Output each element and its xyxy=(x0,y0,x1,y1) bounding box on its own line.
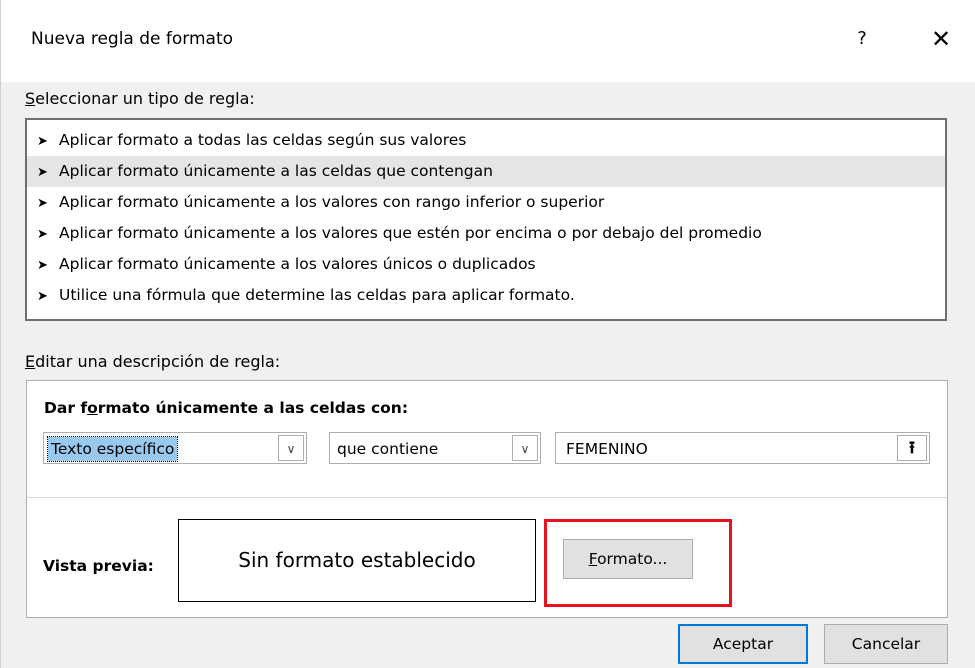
ok-button[interactable]: Aceptar xyxy=(678,624,808,664)
arrow-right-icon: ➤ xyxy=(37,227,48,242)
help-button[interactable]: ? xyxy=(847,22,877,56)
new-format-rule-dialog: Nueva regla de formato ? ✕ Seleccionar u… xyxy=(0,0,975,668)
cancel-button[interactable]: Cancelar xyxy=(824,624,948,664)
chevron-down-icon[interactable]: ∨ xyxy=(278,435,304,461)
condition-value-text: FEMENINO xyxy=(566,440,648,458)
rule-type-item[interactable]: ➤ Aplicar formato únicamente a los valore… xyxy=(27,249,945,280)
rule-description-label: Editar una descripción de regla: xyxy=(25,352,281,371)
arrow-right-icon: ➤ xyxy=(37,134,48,149)
rule-type-item[interactable]: ➤ Aplicar formato a todas las celdas segú… xyxy=(27,125,945,156)
condition-type-dropdown[interactable]: Texto específico ∨ xyxy=(43,432,307,464)
condition-type-value: Texto específico xyxy=(46,436,179,462)
rule-description-panel: Dar formato únicamente a las celdas con:… xyxy=(26,380,948,618)
rule-type-item[interactable]: ➤ Aplicar formato únicamente a los valore… xyxy=(27,187,945,218)
title-bar: Nueva regla de formato ? ✕ xyxy=(1,0,975,82)
rule-type-item[interactable]: ➤ Aplicar formato únicamente a los valore… xyxy=(27,218,945,249)
arrow-right-icon: ➤ xyxy=(37,165,48,180)
rule-type-item[interactable]: ➤ Utilice una fórmula que determine las c… xyxy=(27,280,945,311)
operator-value: que contiene xyxy=(337,440,439,458)
operator-dropdown[interactable]: que contiene ∨ xyxy=(329,432,541,464)
rule-type-item-selected[interactable]: ➤ Aplicar formato únicamente a las celdas… xyxy=(27,156,945,187)
chevron-down-icon[interactable]: ∨ xyxy=(512,435,538,461)
rule-type-list[interactable]: ➤ Aplicar formato a todas las celdas segú… xyxy=(25,118,947,321)
preview-label: Vista previa: xyxy=(43,557,154,575)
close-button[interactable]: ✕ xyxy=(926,22,956,56)
preview-sample: Sin formato establecido xyxy=(178,519,536,602)
annotation-highlight-box xyxy=(544,519,732,607)
divider xyxy=(27,497,947,498)
rule-type-label: Seleccionar un tipo de regla: xyxy=(25,89,255,108)
collapse-dialog-icon[interactable]: ⭱ xyxy=(897,435,927,461)
arrow-right-icon: ➤ xyxy=(37,196,48,211)
rule-condition-heading: Dar formato únicamente a las celdas con: xyxy=(44,399,409,417)
dialog-title: Nueva regla de formato xyxy=(31,29,234,49)
arrow-right-icon: ➤ xyxy=(37,258,48,273)
condition-value-input[interactable]: FEMENINO ⭱ xyxy=(555,432,930,464)
arrow-right-icon: ➤ xyxy=(37,289,48,304)
